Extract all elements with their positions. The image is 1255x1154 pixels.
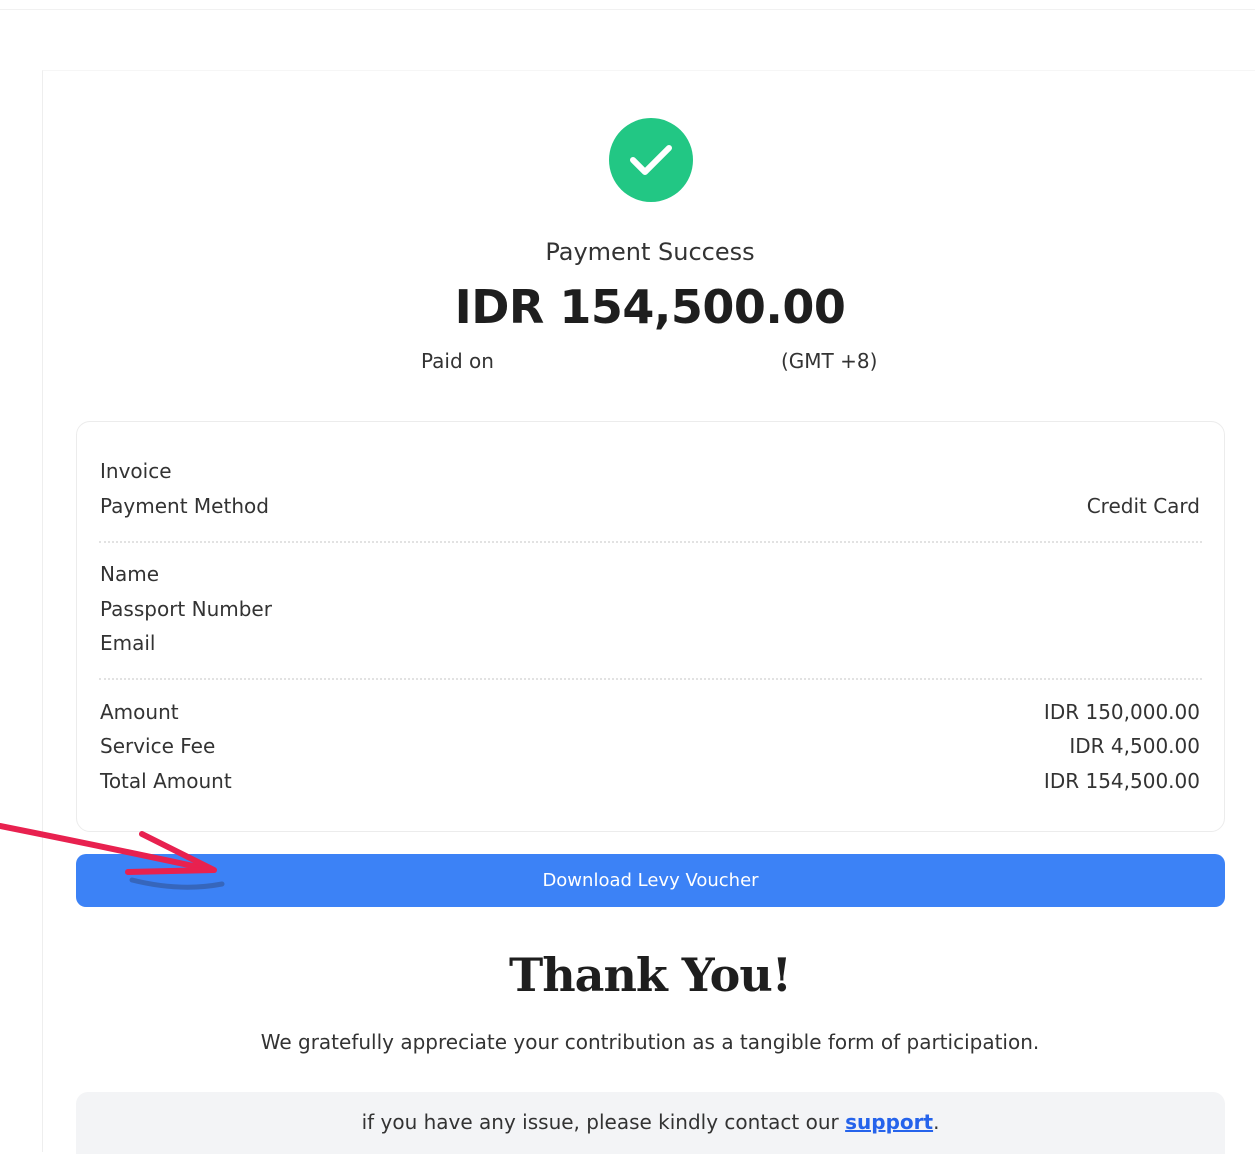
passport-number-label: Passport Number [100,597,272,621]
payment-status: Payment Success [545,238,755,266]
divider [99,541,1202,543]
email-label: Email [100,631,156,655]
support-suffix-text: . [933,1110,940,1134]
thank-you-message: We gratefully appreciate your contributi… [260,1030,1040,1054]
payment-method-label: Payment Method [100,494,269,518]
divider [99,678,1202,680]
top-strip [0,0,1255,10]
support-notice: if you have any issue, please kindly con… [76,1092,1225,1154]
download-levy-voucher-button[interactable]: Download Levy Voucher [76,854,1225,907]
thank-you-title: Thank You! [509,948,792,1002]
paid-on-label: Paid on [421,349,494,373]
total-amount-value: IDR 154,500.00 [1043,769,1200,793]
check-circle-icon [609,118,693,202]
support-prefix-text: if you have any issue, please kindly con… [361,1110,846,1134]
payment-method-value: Credit Card [1086,494,1200,518]
total-amount-label: Total Amount [100,769,232,793]
paid-amount: IDR 154,500.00 [454,280,846,334]
name-label: Name [100,562,160,586]
timezone-label: (GMT +8) [781,349,878,373]
support-link[interactable]: support [845,1110,933,1134]
service-fee-value: IDR 4,500.00 [1069,734,1200,758]
amount-value: IDR 150,000.00 [1043,700,1200,724]
invoice-label: Invoice [100,459,172,483]
amount-label: Amount [100,700,179,724]
service-fee-label: Service Fee [100,734,216,758]
